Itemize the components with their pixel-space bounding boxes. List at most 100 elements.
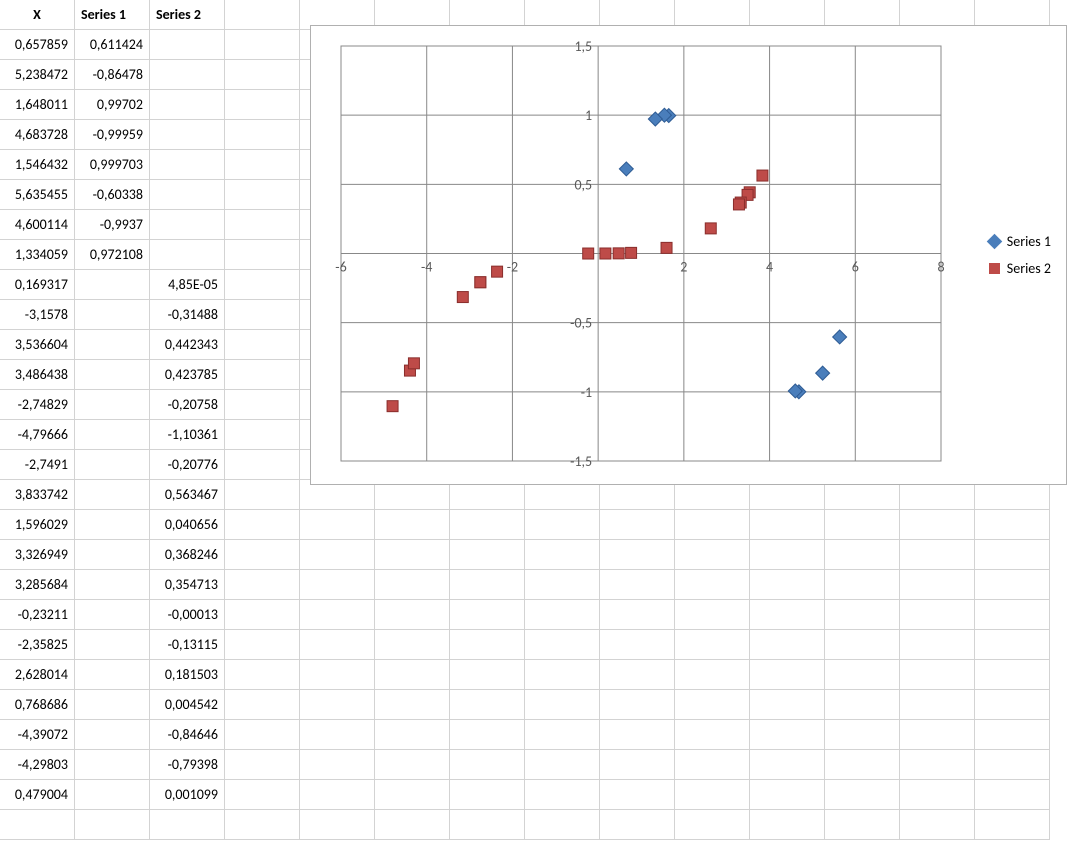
- table-cell[interactable]: -2,74829: [0, 390, 75, 420]
- table-cell[interactable]: [675, 720, 750, 750]
- table-cell[interactable]: [75, 750, 150, 780]
- table-cell[interactable]: [975, 630, 1050, 660]
- table-cell[interactable]: 4,600114: [0, 210, 75, 240]
- table-cell[interactable]: [375, 540, 450, 570]
- table-cell[interactable]: [375, 720, 450, 750]
- table-cell[interactable]: [525, 750, 600, 780]
- table-cell[interactable]: [75, 270, 150, 300]
- table-cell[interactable]: [900, 540, 975, 570]
- table-cell[interactable]: [300, 780, 375, 810]
- table-cell[interactable]: [975, 780, 1050, 810]
- table-cell[interactable]: [225, 360, 300, 390]
- table-cell[interactable]: -0,13115: [150, 630, 225, 660]
- table-cell[interactable]: [75, 660, 150, 690]
- table-cell[interactable]: [675, 810, 750, 840]
- table-cell[interactable]: [825, 750, 900, 780]
- table-cell[interactable]: [750, 780, 825, 810]
- table-cell[interactable]: [375, 810, 450, 840]
- table-cell[interactable]: [375, 510, 450, 540]
- table-cell[interactable]: [900, 810, 975, 840]
- table-cell[interactable]: [975, 750, 1050, 780]
- table-cell[interactable]: [900, 750, 975, 780]
- table-cell[interactable]: [225, 60, 300, 90]
- table-cell[interactable]: [375, 600, 450, 630]
- table-cell[interactable]: [150, 150, 225, 180]
- table-cell[interactable]: [150, 60, 225, 90]
- table-cell[interactable]: [75, 720, 150, 750]
- table-cell[interactable]: 5,635455: [0, 180, 75, 210]
- table-cell[interactable]: [825, 660, 900, 690]
- table-cell[interactable]: [225, 660, 300, 690]
- table-cell[interactable]: [750, 810, 825, 840]
- table-cell[interactable]: [675, 570, 750, 600]
- table-cell[interactable]: 0,999703: [75, 150, 150, 180]
- table-cell[interactable]: [600, 600, 675, 630]
- table-cell[interactable]: [225, 300, 300, 330]
- table-cell[interactable]: [825, 720, 900, 750]
- table-cell[interactable]: 3,486438: [0, 360, 75, 390]
- table-cell[interactable]: [300, 810, 375, 840]
- table-cell[interactable]: [750, 720, 825, 750]
- col-header-series-1[interactable]: Series 1: [75, 0, 150, 30]
- table-cell[interactable]: 0,972108: [75, 240, 150, 270]
- table-cell[interactable]: -0,20758: [150, 390, 225, 420]
- table-cell[interactable]: [975, 510, 1050, 540]
- table-cell[interactable]: [750, 630, 825, 660]
- table-cell[interactable]: [225, 330, 300, 360]
- table-cell[interactable]: [150, 120, 225, 150]
- table-cell[interactable]: [300, 600, 375, 630]
- table-cell[interactable]: [225, 420, 300, 450]
- table-cell[interactable]: -2,35825: [0, 630, 75, 660]
- table-cell[interactable]: [675, 780, 750, 810]
- table-cell[interactable]: [75, 630, 150, 660]
- table-cell[interactable]: [750, 750, 825, 780]
- table-cell[interactable]: [750, 690, 825, 720]
- table-cell[interactable]: [375, 780, 450, 810]
- table-cell[interactable]: [225, 510, 300, 540]
- table-cell[interactable]: [225, 180, 300, 210]
- table-cell[interactable]: [450, 630, 525, 660]
- table-cell[interactable]: 4,683728: [0, 120, 75, 150]
- table-cell[interactable]: [150, 240, 225, 270]
- table-cell[interactable]: [975, 570, 1050, 600]
- table-cell[interactable]: 0,423785: [150, 360, 225, 390]
- table-cell[interactable]: [600, 570, 675, 600]
- table-cell[interactable]: [450, 720, 525, 750]
- table-cell[interactable]: [900, 660, 975, 690]
- table-cell[interactable]: [225, 450, 300, 480]
- table-cell[interactable]: 1,648011: [0, 90, 75, 120]
- table-cell[interactable]: [975, 660, 1050, 690]
- table-cell[interactable]: [225, 630, 300, 660]
- table-cell[interactable]: [300, 750, 375, 780]
- table-cell[interactable]: [375, 750, 450, 780]
- table-cell[interactable]: [825, 570, 900, 600]
- table-cell[interactable]: [375, 660, 450, 690]
- table-cell[interactable]: [75, 690, 150, 720]
- table-cell[interactable]: [525, 510, 600, 540]
- table-cell[interactable]: 4,85E-05: [150, 270, 225, 300]
- table-cell[interactable]: [75, 450, 150, 480]
- table-cell[interactable]: [300, 690, 375, 720]
- table-cell[interactable]: [750, 510, 825, 540]
- table-cell[interactable]: [150, 30, 225, 60]
- table-cell[interactable]: 0,040656: [150, 510, 225, 540]
- table-cell[interactable]: [225, 750, 300, 780]
- table-cell[interactable]: [75, 510, 150, 540]
- table-cell[interactable]: [600, 630, 675, 660]
- table-cell[interactable]: -1,10361: [150, 420, 225, 450]
- table-cell[interactable]: [675, 510, 750, 540]
- table-cell[interactable]: [975, 720, 1050, 750]
- table-cell[interactable]: [450, 660, 525, 690]
- table-cell[interactable]: [600, 540, 675, 570]
- table-cell[interactable]: [525, 660, 600, 690]
- table-cell[interactable]: -0,23211: [0, 600, 75, 630]
- table-cell[interactable]: [225, 540, 300, 570]
- table-cell[interactable]: [900, 630, 975, 660]
- table-cell[interactable]: [450, 510, 525, 540]
- table-cell[interactable]: 0,479004: [0, 780, 75, 810]
- table-cell[interactable]: [75, 600, 150, 630]
- table-cell[interactable]: [150, 90, 225, 120]
- table-cell[interactable]: -4,29803: [0, 750, 75, 780]
- table-cell[interactable]: [375, 570, 450, 600]
- table-cell[interactable]: -0,20776: [150, 450, 225, 480]
